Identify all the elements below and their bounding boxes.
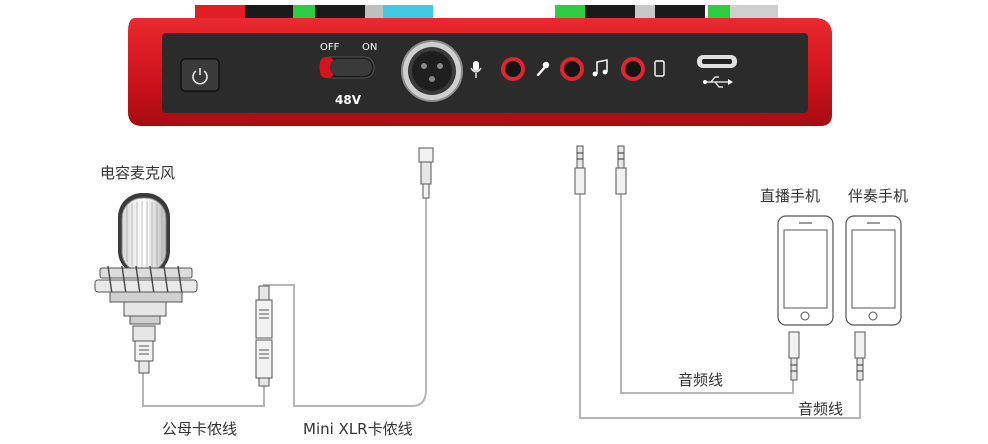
mini-xlr-plug	[418, 147, 434, 199]
male-female-cable-label: 公母卡侬线	[162, 420, 238, 438]
mini-xlr-cable	[263, 198, 427, 407]
audio-cable-inner	[620, 193, 794, 394]
usb-port[interactable]	[697, 55, 737, 68]
switch-off-label: OFF	[320, 42, 340, 53]
live-phone-label: 直播手机	[760, 187, 821, 205]
cables	[142, 193, 861, 419]
headset-port[interactable]	[501, 57, 525, 81]
music-in-port[interactable]	[560, 57, 584, 81]
xlr-input-port[interactable]	[401, 40, 463, 102]
sound-card-device: OFF ON 48V	[128, 5, 832, 126]
audio-plug-1	[574, 145, 586, 195]
power-button[interactable]	[180, 58, 220, 92]
mic-xlr-plug	[132, 325, 156, 374]
diagram-canvas: OFF ON 48V	[94, 5, 902, 419]
phone-out-port[interactable]	[621, 57, 645, 81]
accompaniment-phone	[845, 215, 902, 326]
device-panel	[162, 33, 808, 113]
condenser-mic-label: 电容麦克风	[100, 164, 176, 182]
audio-plug-3	[788, 331, 800, 381]
audio-cable-1-label: 音频线	[678, 371, 724, 389]
audio-plug-2	[615, 145, 627, 195]
male-female-cable-plugs	[255, 285, 273, 387]
phantom-power-switch[interactable]	[319, 56, 375, 79]
live-phone	[777, 215, 834, 326]
switch-on-label: ON	[362, 42, 377, 53]
phantom-label: 48V	[335, 93, 362, 107]
accompaniment-phone-label: 伴奏手机	[848, 187, 909, 205]
audio-cable-2-label: 音频线	[798, 400, 844, 418]
audio-plug-4	[854, 331, 866, 381]
condenser-microphone	[94, 193, 198, 325]
mini-xlr-cable-label: Mini XLR卡侬线	[303, 420, 413, 438]
mic-xlr-cable	[142, 372, 265, 407]
connection-diagram: OFF ON 48V 电容麦克风 公母卡侬线 Mini XLR卡侬线 直播手机 …	[0, 0, 988, 444]
